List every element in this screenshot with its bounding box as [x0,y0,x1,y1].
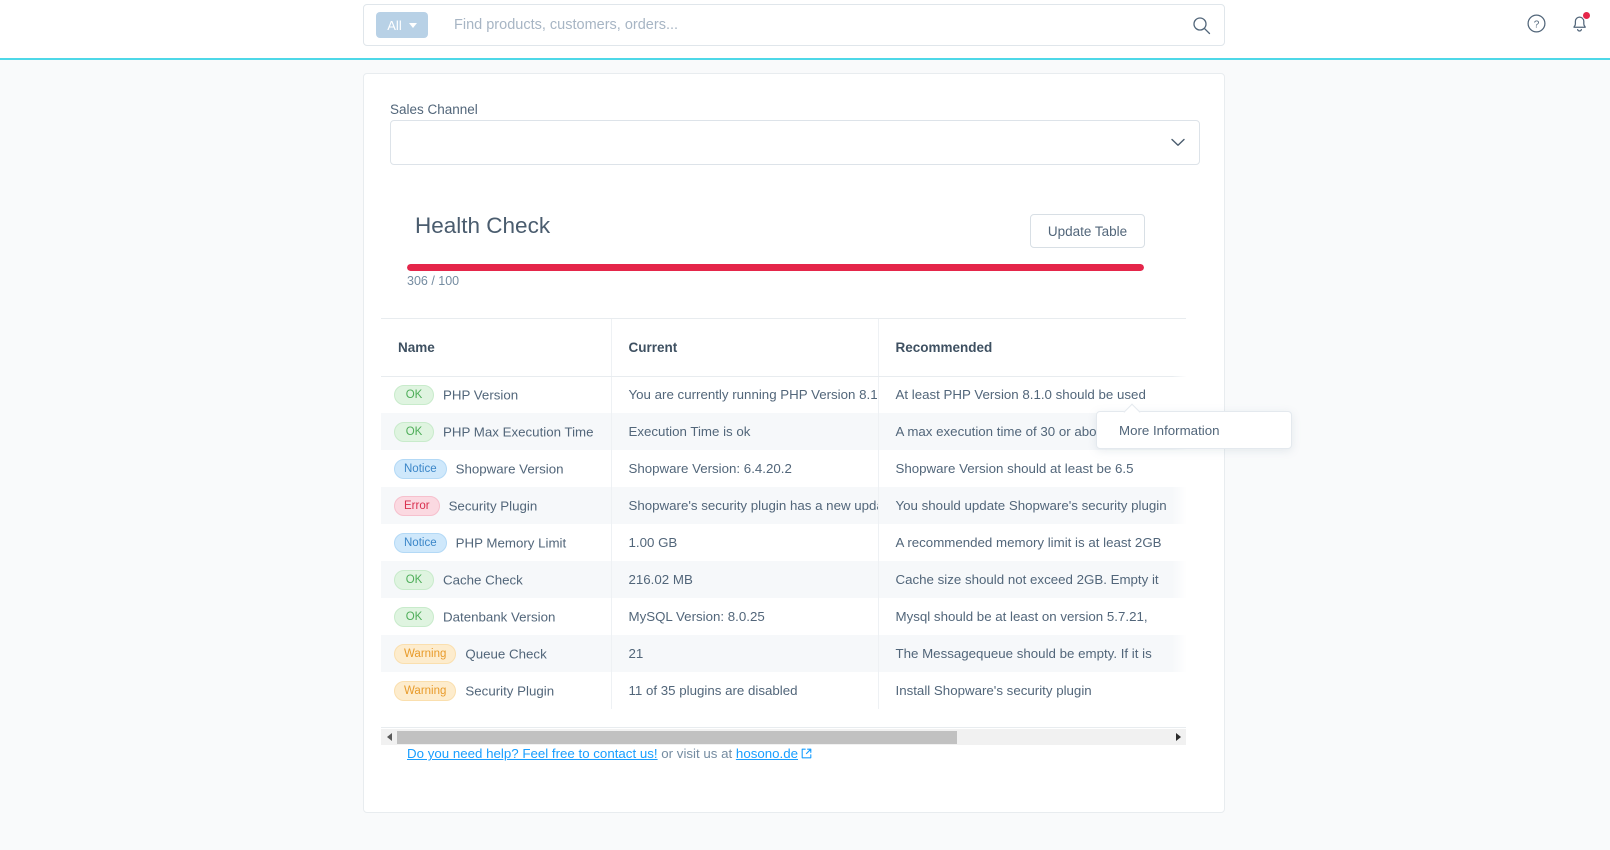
sales-channel-label: Sales Channel [390,102,478,117]
table-row[interactable]: Warning Queue Check 21 The Messagequeue sho… [381,635,1186,672]
scrollbar-thumb[interactable] [397,730,957,744]
status-badge: OK [394,421,434,442]
footer-middle-text: or visit us at [657,746,736,761]
search-scope-label: All [387,17,402,33]
check-name: Datenbank Version [443,609,556,624]
cell-recommended: The Messagequeue should be empty. If it … [878,635,1186,672]
scrollbar-track[interactable] [397,730,1170,744]
column-header-recommended[interactable]: Recommended [878,319,1186,377]
health-check-table-viewport: Name Current Recommended OK PHP Version Yo… [381,318,1186,728]
status-badge: Error [394,495,440,516]
table-header-row: Name Current Recommended [381,319,1186,377]
caret-left-icon [386,733,392,741]
table-horizontal-scrollbar[interactable] [381,729,1186,745]
cell-current: 11 of 35 plugins are disabled [611,672,879,709]
status-badge: Notice [394,458,447,479]
cell-recommended: Shopware Version should at least be 6.5 [878,450,1186,487]
notification-dot [1582,11,1591,20]
status-badge: OK [394,569,434,590]
column-header-current[interactable]: Current [611,319,879,377]
website-link[interactable]: hosono.de [736,746,798,761]
check-name: PHP Memory Limit [455,535,567,550]
cell-current: Shopware's security plugin has a new upd… [611,487,879,524]
page-title: Health Check [415,213,551,238]
table-row[interactable]: OK PHP Max Execution Time Execution Time i… [381,413,1186,450]
cell-name: Warning Queue Check [381,635,612,672]
health-score-label: 306 / 100 [407,274,460,288]
check-name: PHP Max Execution Time [443,424,594,439]
check-name: Queue Check [465,646,547,661]
scroll-right-button[interactable] [1170,733,1186,741]
table-body: OK PHP Version You are currently running P… [381,376,1186,709]
context-menu-item-more-information[interactable]: More Information [1097,423,1220,438]
table-row[interactable]: Notice Shopware Version Shopware Version: … [381,450,1186,487]
table-row[interactable]: Notice PHP Memory Limit 1.00 GB A recommend… [381,524,1186,561]
topbar-icon-group: ? [1526,11,1591,34]
cell-current: 216.02 MB [611,561,879,598]
cell-recommended: At least PHP Version 8.1.0 should be use… [878,376,1186,413]
search-input[interactable] [452,16,1178,34]
update-table-button[interactable]: Update Table [1030,214,1145,248]
cell-name: OK Cache Check [381,561,612,598]
table-row[interactable]: Warning Security Plugin 11 of 35 plugins a… [381,672,1186,709]
health-score-progress-fill [407,264,1144,271]
cell-recommended: Install Shopware's security plugin [878,672,1186,709]
check-name: Cache Check [443,572,523,587]
external-link-icon [801,747,812,762]
notifications-button[interactable] [1569,11,1591,34]
status-badge: Warning [394,680,457,701]
cell-name: Notice Shopware Version [381,450,612,487]
check-name: Security Plugin [448,498,538,513]
caret-right-icon [1175,733,1181,741]
cell-name: Error Security Plugin [381,487,612,524]
status-badge: Notice [394,532,447,553]
cell-name: OK PHP Max Execution Time [381,413,612,450]
help-button[interactable]: ? [1526,13,1547,34]
cell-current: You are currently running PHP Version 8.… [611,376,879,413]
footer-help-text: Do you need help? Feel free to contact u… [407,746,812,762]
table-row[interactable]: OK Datenbank Version MySQL Version: 8.0.25… [381,598,1186,635]
column-header-name[interactable]: Name [381,319,612,377]
cell-current: Execution Time is ok [611,413,879,450]
question-circle-icon: ? [1527,13,1546,33]
cell-current: MySQL Version: 8.0.25 [611,598,879,635]
table-row[interactable]: OK PHP Version You are currently running P… [381,376,1186,413]
search-scope-selector[interactable]: All [376,12,428,38]
cell-recommended: You should update Shopware's security pl… [878,487,1186,524]
cell-name: OK PHP Version [381,376,612,413]
contact-us-link[interactable]: Do you need help? Feel free to contact u… [407,746,658,761]
cell-name: OK Datenbank Version [381,598,612,635]
cell-current: Shopware Version: 6.4.20.2 [611,450,879,487]
chevron-down-icon [408,22,417,28]
cell-recommended: Cache size should not exceed 2GB. Empty … [878,561,1186,598]
cell-current: 1.00 GB [611,524,879,561]
chevron-down-icon [1171,134,1185,152]
cell-recommended: Mysql should be at least on version 5.7.… [878,598,1186,635]
cell-name: Notice PHP Memory Limit [381,524,612,561]
svg-text:?: ? [1534,19,1540,30]
check-name: Security Plugin [465,683,555,698]
top-bar: All ? [0,0,1610,60]
search-icon[interactable] [1178,5,1224,45]
global-search-bar: All [363,4,1225,46]
status-badge: Warning [394,643,457,664]
status-badge: OK [394,606,434,627]
status-badge: OK [394,384,434,405]
cell-name: Warning Security Plugin [381,672,612,709]
table-row[interactable]: OK Cache Check 216.02 MB Cache size should … [381,561,1186,598]
health-score-progress [407,264,1144,271]
table-row[interactable]: Error Security Plugin Shopware's security … [381,487,1186,524]
scroll-left-button[interactable] [381,733,397,741]
health-check-table: Name Current Recommended OK PHP Version Yo… [381,319,1186,709]
check-name: Shopware Version [455,461,564,476]
cell-current: 21 [611,635,879,672]
sales-channel-select[interactable] [390,120,1200,165]
row-context-menu: More Information [1096,411,1292,449]
check-name: PHP Version [443,387,519,403]
cell-recommended: A recommended memory limit is at least 2… [878,524,1186,561]
